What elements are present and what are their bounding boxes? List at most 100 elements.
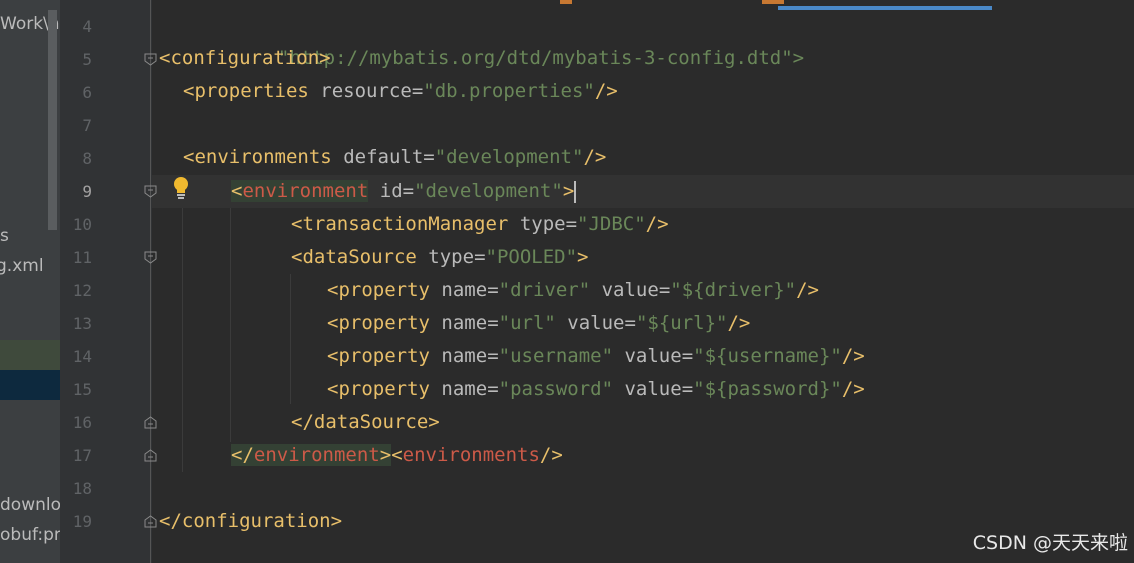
line-number: 19 (72, 512, 92, 531)
line-number: 4 (82, 17, 92, 36)
tag-name: property (338, 312, 430, 334)
attribute-equals: = (411, 80, 424, 102)
attribute-name: id (379, 180, 403, 202)
code-line-4[interactable]: "http://mybatis.org/dtd/mybatis-3-config… (152, 9, 804, 69)
tag-close-bracket: > (379, 444, 392, 466)
tag-open-bracket: < (159, 47, 171, 69)
attribute-equals: = (474, 246, 486, 268)
tag-name-error: environments (402, 444, 540, 466)
tag-name: transactionManager (302, 213, 509, 235)
code-line-5[interactable]: <configuration> (152, 42, 331, 75)
attribute-value: "${driver}" (670, 279, 797, 301)
tag-close-bracket: > (562, 180, 575, 202)
project-tree-item[interactable]: downloa (0, 495, 60, 515)
code-line-13[interactable]: <property name="url" value="${url}"/> (152, 307, 750, 340)
tag-name: property (338, 279, 430, 301)
tag-close-bracket: /> (583, 146, 607, 168)
line-number: 5 (82, 50, 92, 69)
tag-close-bracket: /> (841, 378, 865, 400)
active-tab-indicator[interactable] (778, 6, 992, 10)
attribute-name: value (624, 378, 682, 400)
project-tree-selected-row[interactable] (0, 340, 60, 370)
tag-close-bracket: > (319, 47, 331, 69)
attribute-name: name (441, 312, 488, 334)
tab-icon-fragment (762, 0, 784, 4)
code-line-19[interactable]: </configuration> (152, 505, 342, 538)
attribute-value: "password" (498, 378, 614, 400)
tag-open-bracket: < (183, 80, 195, 102)
attribute-value: "url" (498, 312, 556, 334)
attribute-value: "${password}" (693, 378, 842, 400)
code-line-11[interactable]: <dataSource type="POOLED"> (152, 241, 588, 274)
line-number: 12 (72, 281, 92, 300)
tag-open-bracket: < (327, 378, 339, 400)
attribute-name: value (624, 345, 682, 367)
tag-name: environments (194, 146, 332, 168)
attribute-value: "driver" (498, 279, 591, 301)
line-number: 15 (72, 380, 92, 399)
line-number: 14 (72, 347, 92, 366)
code-line-12[interactable]: <property name="driver" value="${driver}… (152, 274, 819, 307)
attribute-value: "${username}" (693, 345, 842, 367)
tag-open-bracket: < (327, 279, 339, 301)
tag-name: property (338, 378, 430, 400)
attribute-value: "POOLED" (485, 246, 578, 268)
attribute-value: "db.properties" (423, 80, 595, 102)
project-tree-item[interactable]: g.xml (0, 256, 44, 276)
tag-name: property (338, 345, 430, 367)
project-tree-item[interactable]: obuf:pr (0, 525, 60, 545)
code-line-14[interactable]: <property name="username" value="${usern… (152, 340, 865, 373)
attribute-equals: = (565, 213, 578, 235)
tag-open-bracket: < (291, 213, 303, 235)
attribute-value: "username" (498, 345, 614, 367)
project-tree-item[interactable]: s (0, 226, 9, 246)
tag-open-bracket: < (291, 246, 303, 268)
tag-close-bracket: /> (645, 213, 669, 235)
line-number: 18 (72, 479, 92, 498)
line-number: 10 (72, 215, 92, 234)
tag-close-bracket: > (577, 246, 589, 268)
code-line-9[interactable]: <environment id="development"> (152, 175, 577, 208)
attribute-name: resource (320, 80, 412, 102)
code-line-17[interactable]: </environment><environments/> (152, 439, 563, 472)
tag-open-bracket: < (327, 312, 339, 334)
attribute-name: value (567, 312, 625, 334)
tag-close-bracket: > (330, 510, 343, 532)
line-number: 17 (72, 446, 92, 465)
project-scrollbar[interactable] (48, 10, 57, 230)
attribute-name: name (441, 345, 488, 367)
code-line-10[interactable]: <transactionManager type="JDBC"/> (152, 208, 669, 241)
gutter-separator (150, 0, 151, 563)
tag-name: dataSource (302, 246, 417, 268)
project-tool-window: Work\hu s g.xml downloa obuf:pr (0, 0, 60, 563)
code-line-15[interactable]: <property name="password" value="${passw… (152, 373, 865, 406)
attribute-value: "${url}" (635, 312, 728, 334)
attribute-value: "JDBC" (577, 213, 646, 235)
watermark: CSDN @天天来啦 (972, 532, 1128, 554)
tag-open-bracket: < (327, 345, 339, 367)
code-line-8[interactable]: <environments default="development"/> (152, 141, 606, 174)
attribute-name: name (441, 378, 488, 400)
line-number: 8 (82, 149, 92, 168)
tab-icon-fragment (560, 0, 572, 4)
closing-tag: </dataSource> (291, 411, 440, 433)
line-number-current: 9 (82, 182, 92, 201)
text-cursor (574, 180, 577, 203)
tag-name: configuration (170, 47, 320, 69)
project-tree-focused-row[interactable] (0, 370, 60, 400)
line-number: 6 (82, 83, 92, 102)
attribute-equals: = (423, 146, 435, 168)
attribute-value: "development" (414, 180, 563, 202)
tag-close-bracket: /> (727, 312, 751, 334)
tag-open-bracket: < (183, 146, 195, 168)
code-line-6[interactable]: <properties resource="db.properties"/> (152, 75, 618, 108)
line-number: 16 (72, 413, 92, 432)
attribute-equals: = (402, 180, 415, 202)
tag-open-bracket: < (231, 180, 243, 202)
code-line-16[interactable]: </dataSource> (152, 406, 440, 439)
attribute-name: default (343, 146, 424, 168)
attribute-name: type (428, 246, 475, 268)
tag-close-bracket: /> (539, 444, 563, 466)
line-number: 7 (82, 116, 92, 135)
attribute-name: name (441, 279, 488, 301)
